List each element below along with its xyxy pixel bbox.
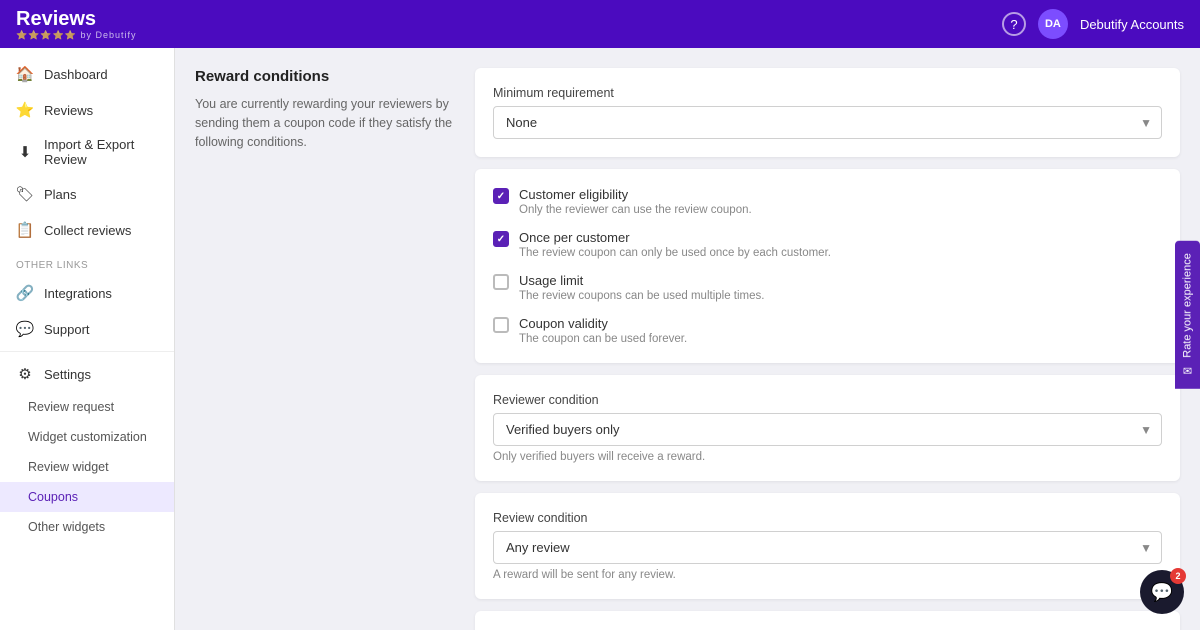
minimum-rating-card: Minimum rating All reviewers who left re… [475, 611, 1180, 630]
sidebar: 🏠 Dashboard ⭐ Reviews ⬇ Import & Export … [0, 48, 175, 630]
logo-sub: ⭐⭐⭐⭐⭐ by Debutify [16, 30, 137, 41]
chat-icon: 💬 [1151, 582, 1173, 603]
checkbox-label: Coupon validity [519, 316, 687, 331]
minimum-requirement-select-wrapper: None Minimum purchase amount Minimum qua… [493, 106, 1162, 139]
checkbox-desc: The coupon can be used forever. [519, 333, 687, 345]
minimum-requirement-label: Minimum requirement [493, 86, 1162, 100]
collect-icon: 📋 [16, 221, 34, 239]
right-panel: Minimum requirement None Minimum purchas… [475, 68, 1180, 610]
layout: 🏠 Dashboard ⭐ Reviews ⬇ Import & Export … [0, 48, 1200, 630]
sidebar-item-settings[interactable]: ⚙ Settings [0, 356, 174, 392]
checkbox-desc: Only the reviewer can use the review cou… [519, 204, 752, 216]
minimum-requirement-card: Minimum requirement None Minimum purchas… [475, 68, 1180, 157]
sidebar-item-label: Integrations [44, 286, 112, 301]
integrations-icon: 🔗 [16, 284, 34, 302]
review-condition-select-wrapper: Any review Reviews with photos Reviews w… [493, 531, 1162, 564]
checkbox-desc: The review coupons can be used multiple … [519, 290, 764, 302]
left-panel: Reward conditions You are currently rewa… [195, 68, 455, 610]
checkmark-icon: ✓ [497, 234, 505, 245]
checkbox-input-usage-limit[interactable] [493, 274, 509, 290]
home-icon: 🏠 [16, 65, 34, 83]
checkbox-label-group: Coupon validity The coupon can be used f… [519, 316, 687, 345]
download-icon: ⬇ [16, 143, 34, 161]
checkboxes-card: ✓ Customer eligibility Only the reviewer… [475, 169, 1180, 363]
checkbox-usage-limit[interactable]: Usage limit The review coupons can be us… [493, 273, 1162, 302]
checkbox-section: ✓ Customer eligibility Only the reviewer… [493, 187, 1162, 345]
sidebar-item-import-export[interactable]: ⬇ Import & Export Review [0, 128, 174, 176]
sidebar-sub-item-other-widgets[interactable]: Other widgets [0, 512, 174, 542]
checkbox-input-customer-eligibility[interactable]: ✓ [493, 188, 509, 204]
sidebar-item-label: Import & Export Review [44, 137, 158, 167]
sidebar-item-label: Reviews [44, 103, 93, 118]
app-logo: Reviews ⭐⭐⭐⭐⭐ by Debutify [16, 8, 137, 41]
sidebar-item-plans[interactable]: 🏷 Plans [0, 176, 174, 212]
sidebar-item-label: Support [44, 322, 90, 337]
avatar: DA [1038, 9, 1068, 39]
sidebar-item-dashboard[interactable]: 🏠 Dashboard [0, 56, 174, 92]
checkbox-label: Once per customer [519, 230, 831, 245]
sub-item-label: Coupons [28, 490, 78, 504]
support-icon: 💬 [16, 320, 34, 338]
checkbox-label-group: Once per customer The review coupon can … [519, 230, 831, 259]
sidebar-sub-item-widget-customization[interactable]: Widget customization [0, 422, 174, 452]
checkbox-customer-eligibility[interactable]: ✓ Customer eligibility Only the reviewer… [493, 187, 1162, 216]
checkbox-input-once-per-customer[interactable]: ✓ [493, 231, 509, 247]
checkbox-label: Customer eligibility [519, 187, 752, 202]
sidebar-sub-item-coupons[interactable]: Coupons [0, 482, 174, 512]
reward-conditions-title: Reward conditions [195, 68, 455, 85]
logo-title: Reviews [16, 8, 137, 30]
reviewer-condition-label: Reviewer condition [493, 393, 1162, 407]
checkbox-desc: The review coupon can only be used once … [519, 247, 831, 259]
star-icon: ⭐ [16, 101, 34, 119]
chat-button[interactable]: 💬 2 [1140, 570, 1184, 614]
reviewer-condition-select[interactable]: Verified buyers only All reviewers [493, 413, 1162, 446]
rate-experience-button[interactable]: ✉ Rate your experience [1175, 241, 1200, 389]
sidebar-item-collect-reviews[interactable]: 📋 Collect reviews [0, 212, 174, 248]
plans-icon: 🏷 [16, 185, 34, 203]
app-header: Reviews ⭐⭐⭐⭐⭐ by Debutify ? DA Debutify … [0, 0, 1200, 48]
reward-conditions-desc: You are currently rewarding your reviewe… [195, 95, 455, 151]
sub-item-label: Widget customization [28, 430, 147, 444]
settings-label: Settings [44, 367, 91, 382]
checkbox-label: Usage limit [519, 273, 764, 288]
help-button[interactable]: ? [1002, 12, 1026, 36]
sidebar-item-integrations[interactable]: 🔗 Integrations [0, 275, 174, 311]
review-condition-select[interactable]: Any review Reviews with photos Reviews w… [493, 531, 1162, 564]
sub-item-label: Other widgets [28, 520, 105, 534]
reviewer-condition-hint: Only verified buyers will receive a rewa… [493, 451, 1162, 463]
other-links-label: OTHER LINKS [0, 248, 174, 275]
reviewer-condition-select-wrapper: Verified buyers only All reviewers ▼ [493, 413, 1162, 446]
rate-experience-label: Rate your experience [1182, 253, 1194, 358]
sidebar-item-label: Plans [44, 187, 77, 202]
chat-badge: 2 [1170, 568, 1186, 584]
review-condition-label: Review condition [493, 511, 1162, 525]
sidebar-item-reviews[interactable]: ⭐ Reviews [0, 92, 174, 128]
header-right: ? DA Debutify Accounts [1002, 9, 1184, 39]
sidebar-nav: 🏠 Dashboard ⭐ Reviews ⬇ Import & Export … [0, 48, 174, 630]
checkbox-input-coupon-validity[interactable] [493, 317, 509, 333]
sidebar-sub-item-review-request[interactable]: Review request [0, 392, 174, 422]
checkbox-label-group: Usage limit The review coupons can be us… [519, 273, 764, 302]
sidebar-item-label: Collect reviews [44, 223, 131, 238]
review-condition-hint: A reward will be sent for any review. [493, 569, 1162, 581]
rate-experience-icon: ✉ [1181, 364, 1194, 377]
checkbox-label-group: Customer eligibility Only the reviewer c… [519, 187, 752, 216]
checkbox-once-per-customer[interactable]: ✓ Once per customer The review coupon ca… [493, 230, 1162, 259]
sidebar-item-label: Dashboard [44, 67, 108, 82]
checkmark-icon: ✓ [497, 191, 505, 202]
minimum-requirement-select[interactable]: None Minimum purchase amount Minimum qua… [493, 106, 1162, 139]
reviewer-condition-card: Reviewer condition Verified buyers only … [475, 375, 1180, 481]
sub-item-label: Review request [28, 400, 114, 414]
sidebar-sub-item-review-widget[interactable]: Review widget [0, 452, 174, 482]
account-name: Debutify Accounts [1080, 17, 1184, 32]
sidebar-item-support[interactable]: 💬 Support [0, 311, 174, 347]
checkbox-coupon-validity[interactable]: Coupon validity The coupon can be used f… [493, 316, 1162, 345]
main-content: Reward conditions You are currently rewa… [175, 48, 1200, 630]
review-condition-card: Review condition Any review Reviews with… [475, 493, 1180, 599]
settings-icon: ⚙ [16, 365, 34, 383]
sub-item-label: Review widget [28, 460, 109, 474]
sidebar-divider [0, 351, 174, 352]
